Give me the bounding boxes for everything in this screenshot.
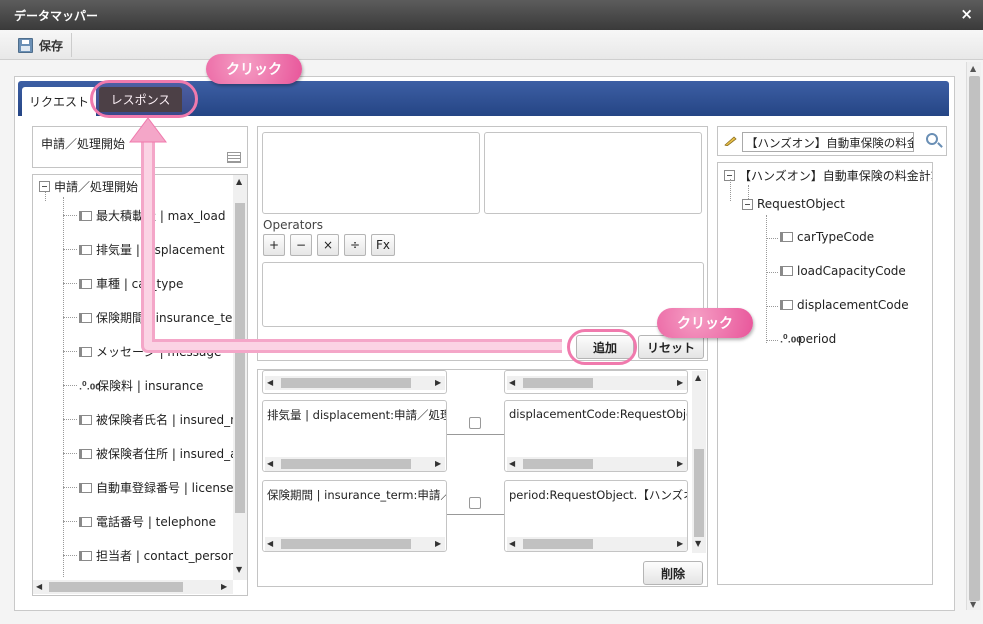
click-callout-tab: クリック xyxy=(206,54,302,84)
instruction-arrow xyxy=(129,117,562,353)
click-callout-add: クリック xyxy=(657,308,753,338)
